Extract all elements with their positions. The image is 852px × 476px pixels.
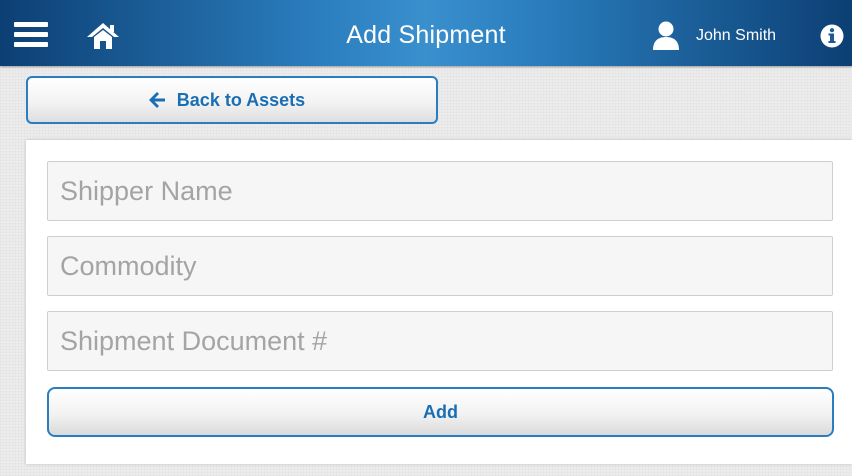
commodity-input[interactable] — [47, 236, 833, 296]
add-button[interactable]: Add — [47, 387, 834, 437]
back-to-assets-button[interactable]: Back to Assets — [26, 76, 438, 124]
back-to-assets-label: Back to Assets — [176, 89, 306, 110]
user-name: John Smith — [696, 27, 777, 44]
top-app-bar: Add Shipment John Smith — [0, 0, 852, 66]
arrow-left-icon — [148, 92, 165, 108]
shipper-name-input[interactable] — [47, 161, 833, 221]
add-button-label: Add — [423, 401, 458, 422]
user-icon — [653, 21, 679, 50]
shipment-document-input[interactable] — [47, 311, 833, 371]
user-account[interactable]: John Smith — [652, 21, 776, 51]
shipment-form-card: Add — [26, 140, 852, 464]
info-icon[interactable] — [820, 24, 844, 48]
